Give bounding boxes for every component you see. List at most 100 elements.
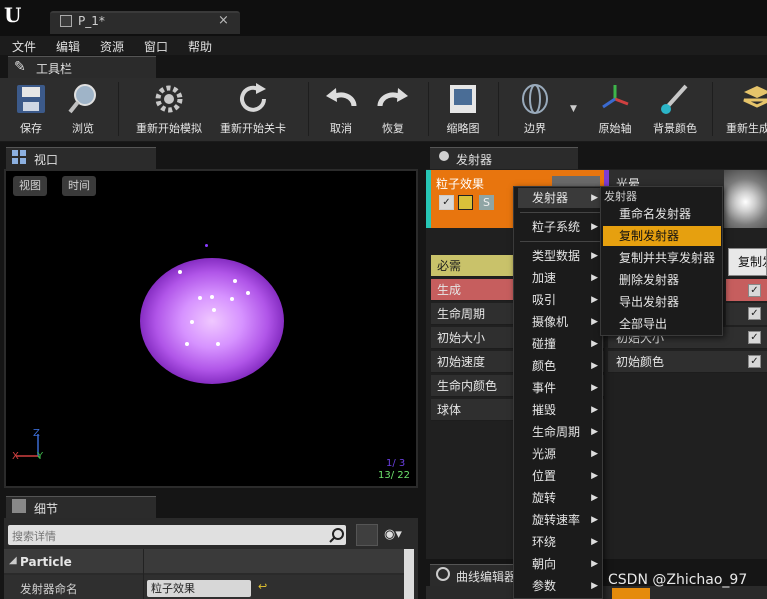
thumbnail-icon xyxy=(450,85,476,113)
emitters-panel-title: 发射器 xyxy=(456,153,493,167)
module-enable-checkbox[interactable]: ✓ xyxy=(748,284,761,297)
ctx-item-label: 朝向 xyxy=(532,557,557,571)
ctx-item-orientation[interactable]: 朝向 ▶ xyxy=(518,554,600,574)
ctx-item-acceleration[interactable]: 加速 ▶ xyxy=(518,268,600,288)
delete-emitter-item[interactable]: 删除发射器 xyxy=(603,270,721,290)
browse-button[interactable]: 浏览 xyxy=(60,80,106,140)
restart-sim-button[interactable]: 重新开始模拟 xyxy=(128,80,210,140)
module-enable-checkbox[interactable]: ✓ xyxy=(748,331,761,344)
time-button[interactable]: 时间 xyxy=(62,176,96,196)
bounds-dropdown-icon[interactable]: ▼ xyxy=(570,104,577,114)
submenu-arrow-icon: ▶ xyxy=(591,273,598,283)
toolbar-separator xyxy=(498,82,499,136)
ctx-item-emitter[interactable]: 发射器 ▶ xyxy=(518,188,600,208)
watermark: CSDN @Zhichao_97 xyxy=(608,572,748,588)
rename-emitter-item[interactable]: 重命名发射器 xyxy=(603,204,721,224)
collapse-arrow-icon[interactable]: ◢ xyxy=(9,555,17,566)
ctx-item-particle-system[interactable]: 粒子系统 ▶ xyxy=(518,217,600,237)
curve-toolbar-button[interactable] xyxy=(612,588,650,599)
ctx-item-label: 粒子系统 xyxy=(532,220,581,234)
eye-visibility-icon[interactable]: ◉▾ xyxy=(384,527,402,542)
ctx-item-camera[interactable]: 摄像机 ▶ xyxy=(518,312,600,332)
viewport-panel-tab[interactable] xyxy=(6,147,156,169)
ctx-item-location[interactable]: 位置 ▶ xyxy=(518,466,600,486)
module-enable-checkbox[interactable]: ✓ xyxy=(748,355,761,368)
toolbar-panel-tab[interactable] xyxy=(8,56,156,78)
redo-button[interactable]: 恢复 xyxy=(370,80,416,140)
close-tab-icon[interactable]: × xyxy=(218,13,229,28)
particle-spark xyxy=(246,291,250,295)
property-matrix-button[interactable] xyxy=(356,524,378,546)
module-enable-checkbox[interactable]: ✓ xyxy=(748,307,761,320)
undo-button[interactable]: 取消 xyxy=(318,80,364,140)
ctx-item-rotation-rate[interactable]: 旋转速率 ▶ xyxy=(518,510,600,530)
solo-button[interactable]: S xyxy=(479,195,494,210)
emitter-name: 粒子效果 xyxy=(436,177,485,191)
regenerate-button[interactable]: 重新生成 xyxy=(726,80,767,140)
duplicate-emitter-item[interactable]: 复制发射器 xyxy=(603,226,721,246)
search-icon[interactable] xyxy=(329,527,345,543)
export-emitter-item[interactable]: 导出发射器 xyxy=(603,292,721,312)
search-input[interactable] xyxy=(12,528,312,544)
module-initial-color[interactable]: 初始颜色 xyxy=(608,351,767,373)
submenu-arrow-icon: ▶ xyxy=(591,493,598,503)
viewport-grid-icon xyxy=(12,150,26,164)
emitter-name-field[interactable]: 粒子效果 xyxy=(147,580,251,597)
ctx-item-attraction[interactable]: 吸引 ▶ xyxy=(518,290,600,310)
ctx-item-label: 吸引 xyxy=(532,293,557,307)
view-mode-button[interactable]: 视图 xyxy=(13,176,47,196)
background-color-button[interactable]: 背景颜色 xyxy=(646,80,704,140)
particle-spark xyxy=(205,244,208,247)
export-all-item[interactable]: 全部导出 xyxy=(603,314,721,334)
menu-asset[interactable]: 资源 xyxy=(100,38,124,55)
unreal-logo-icon: U xyxy=(4,3,22,27)
ctx-item-parameter[interactable]: 参数 ▶ xyxy=(518,576,600,596)
ctx-item-label: 旋转速率 xyxy=(532,513,581,527)
ctx-item-event[interactable]: 事件 ▶ xyxy=(518,378,600,398)
render-mode-icon[interactable] xyxy=(458,195,473,210)
axis-y-label: Y xyxy=(37,451,44,462)
emitters-panel-tab[interactable] xyxy=(430,147,578,169)
ctx-item-color[interactable]: 颜色 ▶ xyxy=(518,356,600,376)
details-panel-tab[interactable] xyxy=(6,496,156,518)
ctx-item-collision[interactable]: 碰撞 ▶ xyxy=(518,334,600,354)
ctx-item-label: 加速 xyxy=(532,271,557,285)
menu-file[interactable]: 文件 xyxy=(12,38,36,55)
particle-spark xyxy=(212,308,216,312)
reset-to-default-icon[interactable]: ↩ xyxy=(258,580,267,593)
origin-axis-button[interactable]: 原始轴 xyxy=(592,80,638,140)
axis-x-label: X xyxy=(12,451,19,462)
ctx-item-kill[interactable]: 摧毁 ▶ xyxy=(518,400,600,420)
ctx-item-light[interactable]: 光源 ▶ xyxy=(518,444,600,464)
ctx-item-type-data[interactable]: 类型数据 ▶ xyxy=(518,246,600,266)
axis-gizmo-icon xyxy=(602,85,629,109)
ctx-item-label: 类型数据 xyxy=(532,249,581,263)
save-icon xyxy=(17,85,45,113)
menu-separator xyxy=(520,241,600,242)
menu-edit[interactable]: 编辑 xyxy=(56,38,80,55)
menu-help[interactable]: 帮助 xyxy=(188,38,212,55)
duplicate-share-emitter-item[interactable]: 复制并共享发射器 xyxy=(603,248,721,268)
submenu-arrow-icon: ▶ xyxy=(591,251,598,261)
details-scrollbar[interactable] xyxy=(404,549,414,599)
particle-preview xyxy=(140,258,284,384)
column-divider[interactable] xyxy=(143,549,144,599)
bounds-button[interactable]: 边界 xyxy=(510,80,560,140)
particle-spark xyxy=(210,295,214,299)
ctx-item-rotation[interactable]: 旋转 ▶ xyxy=(518,488,600,508)
particle-spark xyxy=(190,320,194,324)
menu-window[interactable]: 窗口 xyxy=(144,38,168,55)
emitter-icon xyxy=(439,151,449,161)
refresh-icon xyxy=(240,83,266,112)
submenu-arrow-icon: ▶ xyxy=(591,193,598,203)
curve-editor-title: 曲线编辑器 xyxy=(456,570,517,584)
submenu-arrow-icon: ▶ xyxy=(591,339,598,349)
restart-level-button[interactable]: 重新开始关卡 xyxy=(214,80,292,140)
ctx-item-lifetime[interactable]: 生命周期 ▶ xyxy=(518,422,600,442)
thumbnail-button[interactable]: 缩略图 xyxy=(438,80,488,140)
particle-spark xyxy=(216,342,220,346)
enable-checkbox[interactable]: ✓ xyxy=(439,195,454,210)
save-button[interactable]: 保存 xyxy=(8,80,54,140)
ctx-item-label: 事件 xyxy=(532,381,557,395)
ctx-item-orbit[interactable]: 环绕 ▶ xyxy=(518,532,600,552)
